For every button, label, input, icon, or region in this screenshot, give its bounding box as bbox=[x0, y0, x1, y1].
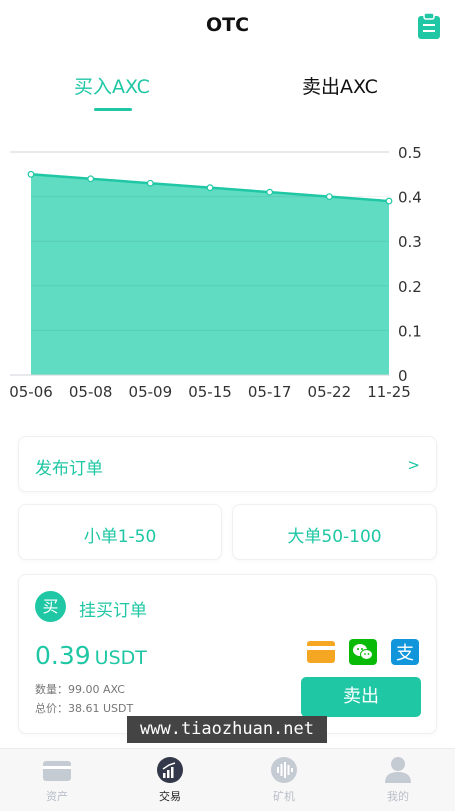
mining-wave-icon bbox=[271, 757, 297, 783]
chart-data-point bbox=[146, 179, 154, 187]
order-quantity: 数量：99.00 AXC bbox=[35, 683, 125, 696]
x-tick-label: 05-15 bbox=[188, 383, 232, 401]
x-tick-label: 05-22 bbox=[308, 383, 352, 401]
x-tick-label: 05-08 bbox=[69, 383, 113, 401]
order-title: 挂买订单 bbox=[79, 601, 147, 621]
trade-tabs: 买入AXC 卖出AXC bbox=[0, 62, 455, 114]
publish-order-button[interactable]: 发布订单 > bbox=[18, 436, 437, 492]
price-value: 0.39 bbox=[35, 641, 91, 670]
svg-text:支: 支 bbox=[396, 643, 414, 664]
tabbar-item-trade[interactable]: 交易 bbox=[130, 749, 210, 811]
large-order-button[interactable]: 大单50-100 bbox=[232, 504, 437, 560]
y-tick-label: 0.3 bbox=[398, 233, 422, 251]
x-tick-label: 05-17 bbox=[248, 383, 292, 401]
wallet-card-icon bbox=[43, 761, 71, 781]
chart-data-point bbox=[87, 175, 95, 183]
watermark-banner: www.tiaozhuan.net bbox=[127, 716, 327, 743]
tabbar-label-assets: 资产 bbox=[46, 790, 68, 803]
y-tick-label: 0.2 bbox=[398, 278, 422, 296]
small-order-label: 小单1-50 bbox=[83, 527, 157, 547]
wechat-pay-icon bbox=[349, 639, 377, 665]
chart-data-point bbox=[385, 197, 393, 205]
price-chart-svg: 00.10.20.30.40.505-06 05-08 05-09 05-15 05-1… bbox=[9, 144, 422, 401]
tabbar-item-mining[interactable]: 矿机 bbox=[244, 749, 324, 811]
page-title: OTC bbox=[205, 14, 250, 36]
bank-card-icon bbox=[307, 641, 335, 663]
y-tick-label: 0.5 bbox=[398, 144, 422, 162]
tabbar-label-trade: 交易 bbox=[159, 790, 181, 803]
chart-data-point bbox=[325, 193, 333, 200]
order-price: 0.39 USDT bbox=[35, 641, 147, 670]
price-unit: USDT bbox=[94, 647, 147, 669]
buy-badge: 买 bbox=[35, 591, 66, 622]
tabbar-label-mine: 我的 bbox=[387, 790, 409, 803]
header: OTC bbox=[0, 0, 455, 52]
chart-data-point bbox=[27, 170, 35, 178]
tab-sell[interactable]: 卖出AXC bbox=[302, 72, 378, 99]
tabbar-item-assets[interactable]: 资产 bbox=[17, 749, 97, 811]
chart-area-fill bbox=[31, 174, 389, 375]
chart-data-point bbox=[266, 188, 274, 196]
x-tick-label: 05-06 bbox=[9, 383, 53, 401]
y-tick-label: 0.4 bbox=[398, 189, 422, 207]
sell-button[interactable]: 卖出 bbox=[301, 677, 421, 717]
clipboard-icon[interactable] bbox=[417, 13, 441, 39]
trade-chart-icon bbox=[157, 757, 183, 783]
chart-data-point bbox=[206, 184, 214, 192]
price-chart: 0 0.1 0.2 0.3 0.4 0.5 05-06 05-08 05-09 05-15 05-1… bbox=[0, 130, 455, 410]
publish-order-label: 发布订单 bbox=[35, 459, 103, 479]
tabbar-label-mining: 矿机 bbox=[273, 790, 295, 803]
tab-active-indicator bbox=[94, 108, 132, 111]
buy-order-card: 买 挂买订单 0.39 USDT 数量：99.00 AXC 总价：38.61 US… bbox=[18, 574, 437, 734]
bottom-tabbar: 资产 交易 矿机 我的 bbox=[0, 748, 455, 811]
tab-buy[interactable]: 买入AXC bbox=[74, 72, 150, 99]
small-order-button[interactable]: 小单1-50 bbox=[18, 504, 222, 560]
order-total: 总价：38.61 USDT bbox=[35, 702, 134, 715]
x-tick-label: 11-25 bbox=[367, 383, 411, 401]
tabbar-item-mine[interactable]: 我的 bbox=[358, 749, 438, 811]
user-icon bbox=[385, 757, 411, 783]
large-order-label: 大单50-100 bbox=[287, 527, 382, 547]
y-tick-label: 0.1 bbox=[398, 322, 422, 340]
x-tick-label: 05-09 bbox=[129, 383, 173, 401]
alipay-icon: 支 bbox=[391, 639, 419, 665]
chevron-right-icon: > bbox=[407, 456, 420, 474]
